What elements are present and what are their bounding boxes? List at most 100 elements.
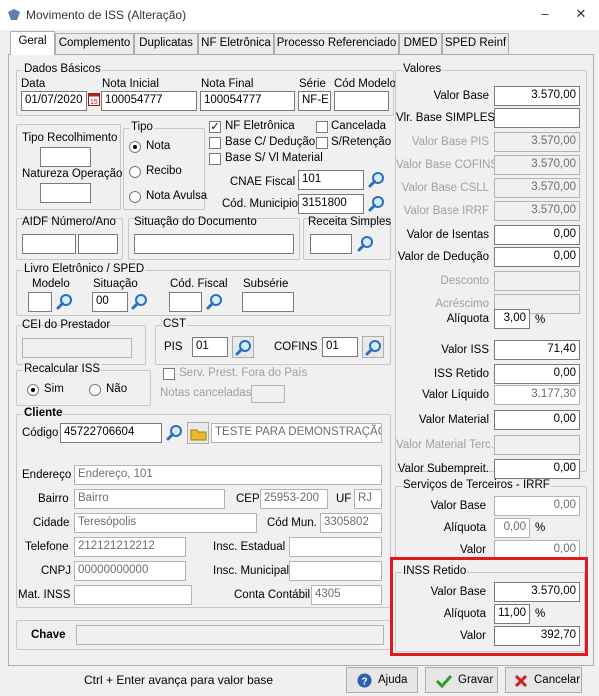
serv-prest-label: Serv. Prest. Fora do País — [179, 367, 308, 379]
valores-row-input[interactable] — [494, 108, 580, 128]
telefone-input[interactable]: 212121212212 — [74, 537, 186, 557]
cnae-search-icon[interactable] — [368, 171, 386, 189]
nota-final-input[interactable]: 100054777 — [200, 91, 295, 111]
valores-row-input[interactable]: 0,00 — [494, 364, 580, 384]
pis-input[interactable]: 01 — [192, 337, 228, 357]
valores-row-label: Valor Base PIS — [411, 136, 489, 148]
cod-modelo-input[interactable] — [334, 91, 389, 111]
serie-input[interactable]: NF-E — [298, 91, 331, 111]
cofins-search-button[interactable] — [362, 336, 384, 358]
tipo-nota-avulsa-radio[interactable] — [129, 191, 141, 203]
tab-dmed[interactable]: DMED — [399, 33, 442, 54]
aidf-ano-input[interactable] — [78, 234, 118, 254]
data-input[interactable]: 01/07/2020 — [21, 91, 87, 111]
aidf-numero-input[interactable] — [22, 234, 76, 254]
codigo-input[interactable]: 45722706604 — [60, 423, 162, 443]
municipio-search-icon[interactable] — [368, 195, 386, 213]
valores-row-label: Valor Material Terc. — [396, 439, 494, 451]
valores-row-label: Valor Líquido — [422, 389, 489, 401]
modelo-search-icon[interactable] — [56, 293, 74, 311]
cnpj-input[interactable]: 00000000000 — [74, 561, 186, 581]
valores-row-input[interactable]: 0,00 — [494, 410, 580, 430]
tab-processo-referenciado[interactable]: Processo Referenciado — [274, 33, 399, 54]
situacao-documento-input[interactable] — [134, 234, 294, 254]
base-c-deducao-checkbox[interactable] — [209, 137, 221, 149]
cod-mun-input[interactable]: 3305802 — [320, 513, 382, 533]
livro-modelo-label: Modelo — [32, 278, 70, 290]
valores-row-input: 3.570,00 — [494, 178, 580, 198]
pis-search-icon — [235, 339, 252, 356]
cliente-search-icon[interactable] — [166, 424, 184, 442]
tipo-nota-radio[interactable] — [129, 141, 141, 153]
tipo-recibo-radio[interactable] — [129, 166, 141, 178]
valores-row-input[interactable]: 71,40 — [494, 340, 580, 360]
nf-eletronica-checkbox[interactable]: ✓ — [209, 121, 221, 133]
livro-cod-fiscal-input[interactable] — [169, 292, 202, 312]
insc-municipal-input[interactable] — [289, 561, 382, 581]
irrf-valor-base-input[interactable]: 0,00 — [494, 496, 580, 516]
cidade-input[interactable]: Teresópolis — [74, 513, 257, 533]
endereco-input[interactable]: Endereço, 101 — [74, 465, 382, 485]
valores-row-label: Valor Material — [418, 414, 489, 426]
chave-label: Chave — [31, 629, 66, 641]
tipo-recolhimento-input[interactable] — [40, 147, 91, 167]
pis-search-button[interactable] — [232, 336, 254, 358]
valores-row-input[interactable]: 0,00 — [494, 459, 580, 479]
cei-input — [22, 338, 132, 358]
bairro-input[interactable]: Bairro — [74, 489, 225, 509]
ajuda-button[interactable]: ? Ajuda — [346, 667, 418, 693]
tipo-nota-avulsa-label: Nota Avulsa — [146, 190, 208, 202]
livro-modelo-input[interactable] — [28, 292, 52, 312]
uf-label: UF — [336, 493, 352, 505]
conta-contabil-input[interactable]: 4305 — [311, 585, 382, 605]
aliquota-input[interactable]: 3,00 — [494, 309, 530, 329]
cofins-input[interactable]: 01 — [322, 337, 358, 357]
cnae-fiscal-input[interactable]: 101 — [298, 170, 364, 190]
cod-fiscal-search-icon[interactable] — [206, 293, 224, 311]
cep-label: CEP — [236, 493, 260, 505]
tab-duplicatas[interactable]: Duplicatas — [134, 33, 198, 54]
serie-label: Série — [299, 78, 326, 90]
cod-municipio-input[interactable]: 3151800 — [298, 194, 364, 214]
tab-sped-reinf[interactable]: SPED Reinf — [442, 33, 509, 54]
cep-input[interactable]: 25953-200 — [260, 489, 328, 509]
receita-simples-input[interactable] — [310, 234, 352, 254]
livro-subserie-input[interactable] — [242, 292, 294, 312]
recalcular-nao-radio[interactable] — [89, 384, 101, 396]
irrf-valor-base-label: Valor Base — [430, 500, 486, 512]
irrf-aliquota-input[interactable]: 0,00 — [494, 518, 530, 538]
close-button[interactable]: ✕ — [570, 4, 592, 24]
valores-row-input[interactable]: 3.570,00 — [494, 86, 580, 106]
minimize-button[interactable]: – — [534, 4, 556, 24]
s-retencao-label: S/Retenção — [331, 136, 392, 148]
valores-row-input[interactable]: 0,00 — [494, 225, 580, 245]
valores-row-input[interactable]: 3.177,30 — [494, 385, 580, 405]
uf-input[interactable]: RJ — [354, 489, 382, 509]
base-s-vl-material-checkbox[interactable] — [209, 153, 221, 165]
tab-geral[interactable]: Geral — [10, 31, 55, 55]
cliente-nome-input[interactable]: TESTE PARA DEMONSTRAÇÃO — [211, 423, 382, 443]
cancelar-button[interactable]: Cancelar — [505, 667, 582, 693]
cidade-label: Cidade — [33, 517, 70, 529]
insc-estadual-input[interactable] — [289, 537, 382, 557]
natureza-operacao-input[interactable] — [40, 183, 91, 203]
calendar-icon[interactable]: 15 — [88, 92, 100, 106]
base-c-deducao-label: Base C/ Dedução — [225, 136, 316, 148]
gravar-button[interactable]: Gravar — [425, 667, 498, 693]
valores-row-label: Valor Base IRRF — [403, 205, 489, 217]
valores-row-input[interactable]: 0,00 — [494, 247, 580, 267]
cofins-label: COFINS — [274, 341, 318, 353]
cancelada-checkbox[interactable] — [316, 121, 328, 133]
serv-prest-checkbox[interactable] — [163, 368, 175, 380]
livro-situacao-input[interactable]: 00 — [92, 292, 128, 312]
situacao-search-icon[interactable] — [131, 293, 149, 311]
tab-nf-eletronica[interactable]: NF Eletrônica — [198, 33, 274, 54]
nota-inicial-input[interactable]: 100054777 — [101, 91, 197, 111]
receita-search-icon[interactable] — [357, 235, 375, 253]
tab-complemento[interactable]: Complemento — [55, 33, 134, 54]
mat-inss-input[interactable] — [74, 585, 192, 605]
s-retencao-checkbox[interactable] — [316, 137, 328, 149]
recalcular-sim-radio[interactable] — [27, 384, 39, 396]
cliente-folder-button[interactable] — [187, 422, 209, 444]
svg-text:?: ? — [362, 677, 368, 688]
